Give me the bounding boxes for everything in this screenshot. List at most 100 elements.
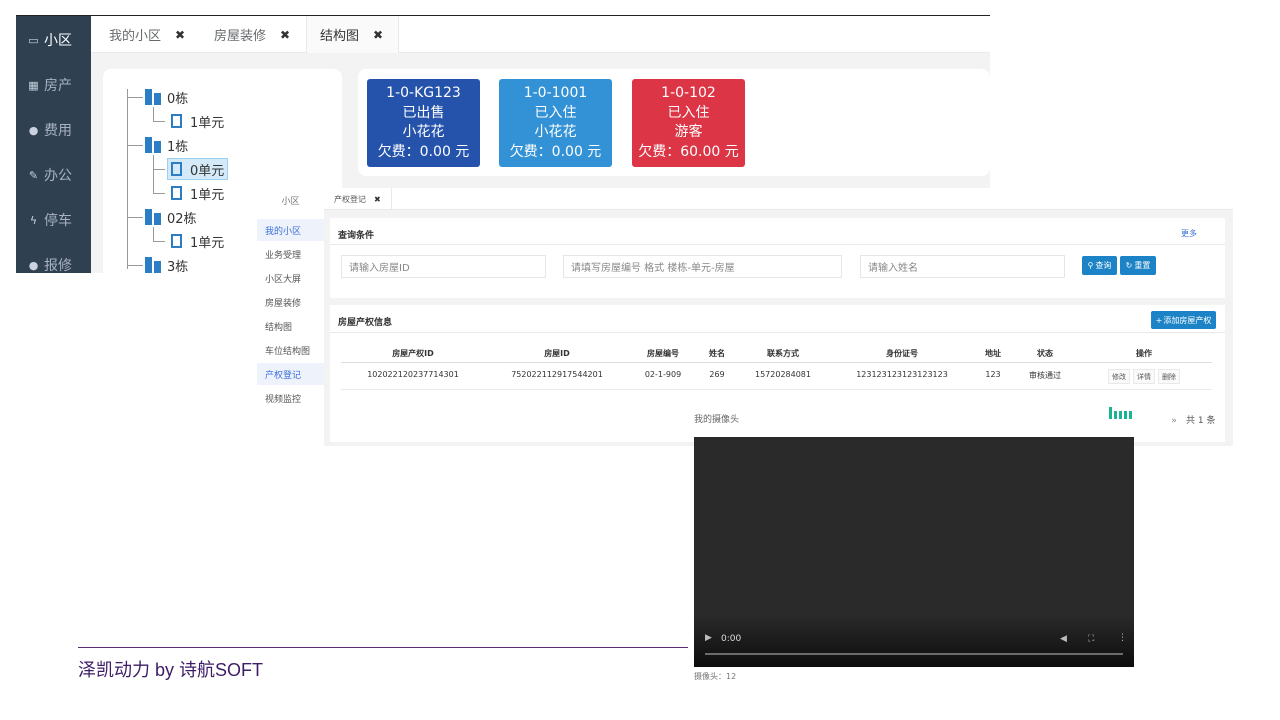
plus-icon: + bbox=[1155, 315, 1163, 325]
more-options-icon[interactable]: ⋮ bbox=[1118, 633, 1127, 643]
building-icon bbox=[145, 209, 162, 225]
sidebar-item-parking-structure[interactable]: 车位结构图 bbox=[257, 339, 324, 361]
search-button[interactable]: ⚲ 查询 bbox=[1082, 256, 1117, 275]
sidebar-title: 小区 bbox=[281, 196, 300, 207]
sidebar-item-big-screen[interactable]: 小区大屏 bbox=[257, 267, 324, 289]
sidebar-item-video-monitoring[interactable]: 视频监控 bbox=[257, 387, 324, 409]
door-icon bbox=[171, 162, 182, 176]
table-cell: 审核通过 bbox=[1029, 371, 1061, 380]
close-icon[interactable]: ✖ bbox=[175, 28, 185, 42]
more-link[interactable]: 更多 bbox=[1181, 228, 1197, 239]
room-owner: 游客 bbox=[674, 124, 703, 140]
tree-node-building[interactable]: 3栋 bbox=[145, 256, 188, 273]
building-icon bbox=[145, 257, 162, 273]
video-progress-bar[interactable] bbox=[705, 653, 1123, 655]
sidebar-item-fees[interactable]: ● 费用 bbox=[16, 115, 91, 145]
tree-node-building[interactable]: 02栋 bbox=[145, 208, 197, 227]
tree-node-label: 0单元 bbox=[190, 163, 225, 179]
sidebar-item-label: 停车 bbox=[44, 213, 72, 229]
sidebar-item-structure[interactable]: 结构图 bbox=[257, 315, 324, 337]
close-icon[interactable]: ✖ bbox=[374, 195, 381, 204]
tab-bar: 产权登记 ✖ bbox=[324, 188, 1233, 210]
sidebar-item-property[interactable]: ▦ 房产 bbox=[16, 70, 91, 100]
tree-node-unit[interactable]: 1单元 bbox=[171, 112, 225, 131]
divider bbox=[330, 332, 1225, 333]
tree-connector bbox=[153, 241, 165, 242]
tree-node-building[interactable]: 0栋 bbox=[145, 88, 188, 107]
tab-structure[interactable]: 结构图 ✖ bbox=[306, 16, 400, 53]
close-icon[interactable]: ✖ bbox=[280, 28, 290, 42]
info-panel-title: 房屋产权信息 bbox=[338, 318, 393, 328]
tree-node-label: 1单元 bbox=[190, 187, 225, 203]
sidebar-item-office[interactable]: ✎ 办公 bbox=[16, 160, 91, 190]
sidebar-item-my-community[interactable]: 我的小区 bbox=[257, 219, 324, 241]
tree-connector bbox=[127, 265, 143, 266]
delete-button[interactable]: 删除 bbox=[1158, 369, 1180, 384]
room-cards-panel: 1-0-KG123 已出售 小花花 欠费：0.00 元 1-0-1001 已入住… bbox=[358, 69, 990, 176]
pager-next-button[interactable]: » bbox=[1165, 412, 1183, 430]
sidebar-item-business[interactable]: 业务受理 bbox=[257, 243, 324, 265]
room-card[interactable]: 1-0-1001 已入住 小花花 欠费：0.00 元 bbox=[499, 79, 612, 167]
edit-button[interactable]: 修改 bbox=[1108, 369, 1130, 384]
tab-decoration[interactable]: 房屋装修 ✖ bbox=[214, 16, 290, 53]
tree-node-building[interactable]: 1栋 bbox=[145, 136, 188, 155]
main-sidebar: ▭ 小区 ▦ 房产 ● 费用 ✎ 办公 ϟ 停车 ● 报修 bbox=[16, 16, 91, 273]
tree-node-label: 1单元 bbox=[190, 115, 225, 131]
mute-icon[interactable]: ◀ bbox=[1060, 634, 1067, 644]
detail-button[interactable]: 详情 bbox=[1133, 369, 1155, 384]
tree-connector bbox=[127, 89, 128, 269]
reset-button-label: 重置 bbox=[1134, 261, 1151, 270]
camera-count: 摄像头：12 bbox=[694, 672, 737, 681]
property-id-input[interactable]: 请输入房屋ID bbox=[341, 255, 546, 278]
sidebar-item-property-registration[interactable]: 产权登记 bbox=[257, 363, 324, 385]
search-icon: ⚲ bbox=[1087, 261, 1094, 270]
tab-property-registration[interactable]: 产权登记 ✖ bbox=[324, 188, 392, 210]
tree-node-label: 02栋 bbox=[167, 211, 197, 227]
play-icon[interactable]: ▶ bbox=[705, 633, 712, 643]
tab-label: 结构图 bbox=[320, 29, 360, 44]
tree-node-label: 3栋 bbox=[167, 259, 189, 274]
tree-node-unit[interactable]: 1单元 bbox=[171, 232, 225, 251]
video-panel-title: 我的摄像头 bbox=[694, 415, 740, 425]
add-property-label: 添加房屋产权 bbox=[1163, 315, 1212, 325]
tab-label: 产权登记 bbox=[334, 194, 366, 204]
room-status: 已入住 bbox=[534, 104, 577, 121]
laptop-icon: ▭ bbox=[28, 33, 39, 47]
room-card[interactable]: 1-0-KG123 已出售 小花花 欠费：0.00 元 bbox=[367, 79, 480, 167]
sidebar-item-parking[interactable]: ϟ 停车 bbox=[16, 205, 91, 235]
column-header: 地址 bbox=[985, 349, 1001, 358]
camera-video-player[interactable]: ▶ 0:00 ◀ ⛶ ⋮ bbox=[694, 437, 1134, 667]
column-header: 身份证号 bbox=[886, 349, 918, 358]
name-input[interactable]: 请输入姓名 bbox=[860, 255, 1065, 278]
tree-connector bbox=[153, 107, 154, 121]
tab-my-community[interactable]: 我的小区 ✖ bbox=[109, 16, 185, 53]
column-header: 联系方式 bbox=[767, 349, 799, 358]
room-card[interactable]: 1-0-102 已入住 游客 欠费：60.00 元 bbox=[632, 79, 745, 167]
column-header: 房屋编号 bbox=[647, 349, 679, 358]
table-cell: 15720284081 bbox=[755, 370, 811, 379]
tree-connector bbox=[153, 121, 165, 122]
room-owner: 小花花 bbox=[534, 124, 577, 140]
room-arrears: 欠费：0.00 元 bbox=[509, 143, 602, 160]
table-cell: 269 bbox=[709, 370, 725, 379]
tree-connector bbox=[127, 97, 143, 98]
property-registration-screenshot: 小区 我的小区 业务受理 小区大屏 房屋装修 结构图 车位结构图 产权登记 视频… bbox=[257, 188, 1233, 446]
sidebar-item-label: 房产 bbox=[44, 78, 72, 94]
sidebar-item-decoration[interactable]: 房屋装修 bbox=[257, 291, 324, 313]
reset-button[interactable]: ↻ 重置 bbox=[1120, 256, 1156, 275]
sidebar-item-label: 报修 bbox=[44, 258, 72, 273]
house-code-input[interactable]: 请填写房屋编号 格式 楼栋-单元-房屋 bbox=[563, 255, 842, 278]
tree-node-unit[interactable]: 1单元 bbox=[171, 184, 225, 203]
tree-node-unit-selected[interactable]: 0单元 bbox=[167, 158, 229, 180]
sidebar-item-repair[interactable]: ● 报修 bbox=[16, 250, 91, 273]
sidebar-item-community[interactable]: ▭ 小区 bbox=[16, 25, 91, 55]
edit-icon: ✎ bbox=[28, 168, 39, 182]
sidebar-item-label: 办公 bbox=[44, 168, 72, 184]
close-icon[interactable]: ✖ bbox=[373, 28, 383, 42]
tree-node-label: 1单元 bbox=[190, 235, 225, 251]
add-property-button[interactable]: + 添加房屋产权 bbox=[1151, 311, 1216, 329]
fullscreen-icon[interactable]: ⛶ bbox=[1088, 634, 1094, 644]
tree-connector bbox=[153, 227, 154, 241]
refresh-icon: ↻ bbox=[1125, 261, 1133, 270]
table-cell: 02-1-909 bbox=[644, 370, 682, 379]
